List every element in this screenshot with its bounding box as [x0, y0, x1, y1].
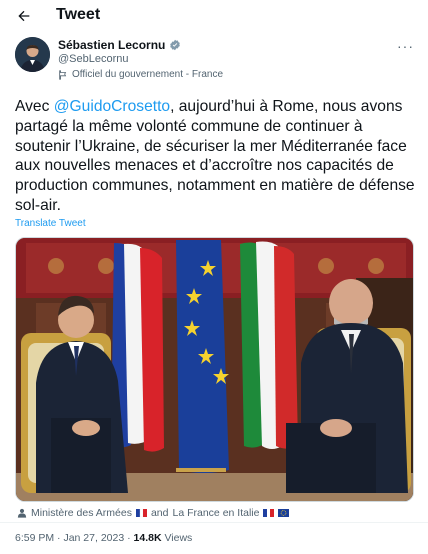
affiliation-label: Officiel du gouvernement - France: [72, 69, 224, 80]
eu-flag-icon: [278, 509, 290, 517]
affiliation-row: Officiel du gouvernement - France: [58, 69, 223, 80]
meta-separator: ·: [127, 532, 131, 544]
tweet-text: Avec @GuidoCrosetto, aujourd’hui à Rome,…: [15, 97, 415, 216]
french-flag-icon: [263, 509, 275, 517]
divider: [0, 522, 428, 523]
author-handle[interactable]: @SebLecornu: [58, 53, 129, 65]
views-label: Views: [164, 532, 193, 544]
top-bar: Tweet: [0, 0, 428, 32]
flag-outline-icon: [59, 69, 67, 80]
arrow-left-icon: [18, 10, 30, 22]
page-title: Tweet: [56, 6, 101, 23]
tag-ministere[interactable]: Ministère des Armées: [31, 507, 132, 519]
tag-france-en-italie[interactable]: La France en Italie: [173, 507, 260, 519]
verified-badge-icon: [170, 39, 181, 51]
tweet-meta: 6:59 PM · Jan 27, 2023 · 14.8K Views: [15, 532, 192, 544]
mention-link[interactable]: @GuidoCrosetto: [54, 98, 170, 115]
more-options-button[interactable]: ···: [397, 38, 414, 54]
tweet-date[interactable]: Jan 27, 2023: [63, 532, 124, 544]
person-icon: [17, 508, 27, 518]
translate-link[interactable]: Translate Tweet: [15, 218, 86, 229]
back-button[interactable]: [14, 6, 34, 26]
avatar[interactable]: [15, 37, 50, 72]
tweet-text-start: Avec: [15, 98, 54, 115]
views-count: 14.8K: [133, 532, 162, 544]
tweet-text-rest: , aujourd’hui à Rome, nous avons partagé…: [15, 98, 415, 214]
author-name-row[interactable]: Sébastien Lecornu: [58, 38, 181, 52]
meta-separator: ·: [57, 532, 61, 544]
tweet-photo[interactable]: [15, 237, 414, 502]
tags-joiner: and: [150, 507, 169, 519]
french-flag-icon: [135, 509, 147, 517]
tweet-time[interactable]: 6:59 PM: [15, 532, 54, 544]
photo-tags[interactable]: Ministère des Armées and La France en It…: [17, 507, 290, 519]
author-name[interactable]: Sébastien Lecornu: [58, 38, 165, 52]
